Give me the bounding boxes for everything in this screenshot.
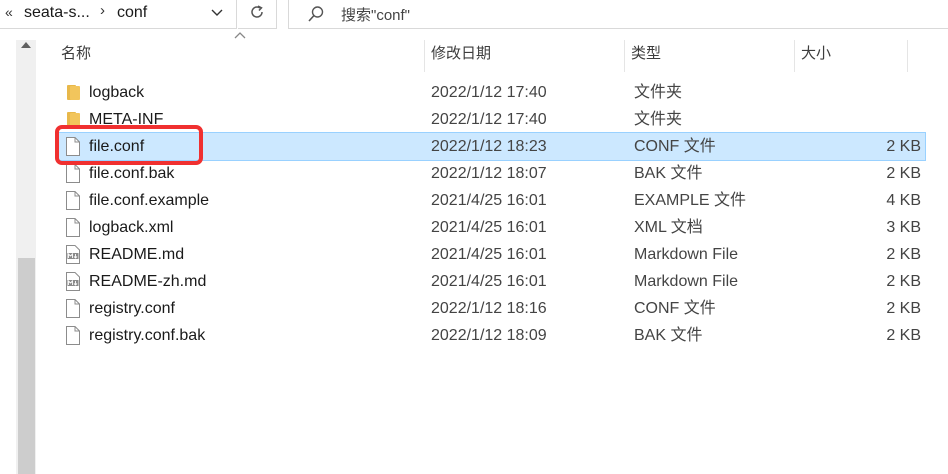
breadcrumb-segment-current[interactable]: conf bbox=[117, 4, 147, 22]
file-size: 2 KB bbox=[886, 165, 921, 182]
list-item[interactable]: README-zh.md 2021/4/25 16:01 Markdown Fi… bbox=[57, 268, 925, 295]
column-header-type[interactable]: 类型 bbox=[625, 40, 795, 72]
file-size: 2 KB bbox=[886, 246, 921, 263]
file-name: META-INF bbox=[89, 111, 164, 128]
scroll-up-icon[interactable] bbox=[21, 42, 31, 48]
file-icon bbox=[65, 191, 81, 210]
markdown-file-icon bbox=[65, 245, 81, 264]
breadcrumb-segment-parent[interactable]: seata-s... bbox=[24, 4, 90, 22]
file-date: 2021/4/25 16:01 bbox=[431, 273, 547, 290]
search-icon bbox=[307, 5, 325, 27]
column-headers: 名称 修改日期 类型 大小 bbox=[37, 30, 948, 72]
file-type: BAK 文件 bbox=[634, 165, 703, 182]
column-header-size[interactable]: 大小 bbox=[795, 40, 908, 72]
file-name: registry.conf.bak bbox=[89, 327, 206, 344]
folder-icon bbox=[65, 110, 81, 129]
scrollbar-thumb[interactable] bbox=[18, 258, 35, 474]
file-type: EXAMPLE 文件 bbox=[634, 192, 747, 209]
file-date: 2022/1/12 18:07 bbox=[431, 165, 547, 182]
file-icon bbox=[65, 137, 81, 156]
file-type: BAK 文件 bbox=[634, 327, 703, 344]
list-item[interactable]: logback.xml 2021/4/25 16:01 XML 文档 3 KB bbox=[57, 214, 925, 241]
list-item[interactable]: file.conf.example 2021/4/25 16:01 EXAMPL… bbox=[57, 187, 925, 214]
list-item[interactable]: META-INF 2022/1/12 17:40 文件夹 bbox=[57, 106, 925, 133]
refresh-icon bbox=[248, 3, 266, 26]
file-icon bbox=[65, 326, 81, 345]
file-name: logback.xml bbox=[89, 219, 174, 236]
column-header-name[interactable]: 名称 bbox=[37, 40, 425, 72]
file-date: 2021/4/25 16:01 bbox=[431, 219, 547, 236]
list-item[interactable]: registry.conf.bak 2022/1/12 18:09 BAK 文件… bbox=[57, 322, 925, 349]
file-name: logback bbox=[89, 84, 145, 101]
file-name: file.conf bbox=[89, 138, 145, 155]
file-type: CONF 文件 bbox=[634, 300, 716, 317]
markdown-file-icon bbox=[65, 272, 81, 291]
search-box[interactable]: 搜索"conf" bbox=[288, 0, 948, 29]
file-date: 2022/1/12 18:23 bbox=[431, 138, 547, 155]
file-type: XML 文档 bbox=[634, 219, 703, 236]
file-list: logback 2022/1/12 17:40 文件夹 META-INF 202… bbox=[37, 79, 948, 349]
search-placeholder[interactable]: 搜索"conf" bbox=[341, 4, 410, 25]
file-name: registry.conf bbox=[89, 300, 175, 317]
file-size: 2 KB bbox=[886, 327, 921, 344]
file-icon bbox=[65, 299, 81, 318]
file-date: 2021/4/25 16:01 bbox=[431, 192, 547, 209]
file-date: 2022/1/12 18:16 bbox=[431, 300, 547, 317]
file-size: 2 KB bbox=[886, 138, 921, 155]
file-type: 文件夹 bbox=[634, 111, 683, 128]
file-size: 2 KB bbox=[886, 273, 921, 290]
list-item[interactable]: file.conf.bak 2022/1/12 18:07 BAK 文件 2 K… bbox=[57, 160, 925, 187]
file-name: file.conf.example bbox=[89, 192, 210, 209]
top-bar: « seata-s... › conf 搜索"conf" bbox=[0, 0, 948, 30]
file-icon bbox=[65, 164, 81, 183]
navigation-pane bbox=[0, 30, 37, 474]
column-header-date[interactable]: 修改日期 bbox=[425, 40, 625, 72]
file-type: Markdown File bbox=[634, 246, 739, 263]
address-overflow-button[interactable]: « bbox=[5, 4, 13, 20]
file-date: 2022/1/12 17:40 bbox=[431, 84, 547, 101]
file-type: CONF 文件 bbox=[634, 138, 716, 155]
chevron-down-icon[interactable] bbox=[210, 5, 224, 24]
refresh-button[interactable] bbox=[238, 0, 277, 29]
file-icon bbox=[65, 218, 81, 237]
file-size: 3 KB bbox=[886, 219, 921, 236]
folder-icon bbox=[65, 83, 81, 102]
file-date: 2021/4/25 16:01 bbox=[431, 246, 547, 263]
file-size: 2 KB bbox=[886, 300, 921, 317]
file-date: 2022/1/12 18:09 bbox=[431, 327, 547, 344]
list-item-selected[interactable]: file.conf 2022/1/12 18:23 CONF 文件 2 KB bbox=[56, 132, 926, 161]
file-date: 2022/1/12 17:40 bbox=[431, 111, 547, 128]
file-type: Markdown File bbox=[634, 273, 739, 290]
file-type: 文件夹 bbox=[634, 84, 683, 101]
list-item[interactable]: logback 2022/1/12 17:40 文件夹 bbox=[57, 79, 925, 106]
list-item[interactable]: README.md 2021/4/25 16:01 Markdown File … bbox=[57, 241, 925, 268]
file-size: 4 KB bbox=[886, 192, 921, 209]
list-item[interactable]: registry.conf 2022/1/12 18:16 CONF 文件 2 … bbox=[57, 295, 925, 322]
address-bar[interactable]: « seata-s... › conf bbox=[0, 0, 237, 29]
file-name: README.md bbox=[89, 246, 185, 263]
file-name: file.conf.bak bbox=[89, 165, 175, 182]
breadcrumb-separator-icon[interactable]: › bbox=[100, 2, 105, 19]
file-name: README-zh.md bbox=[89, 273, 207, 290]
